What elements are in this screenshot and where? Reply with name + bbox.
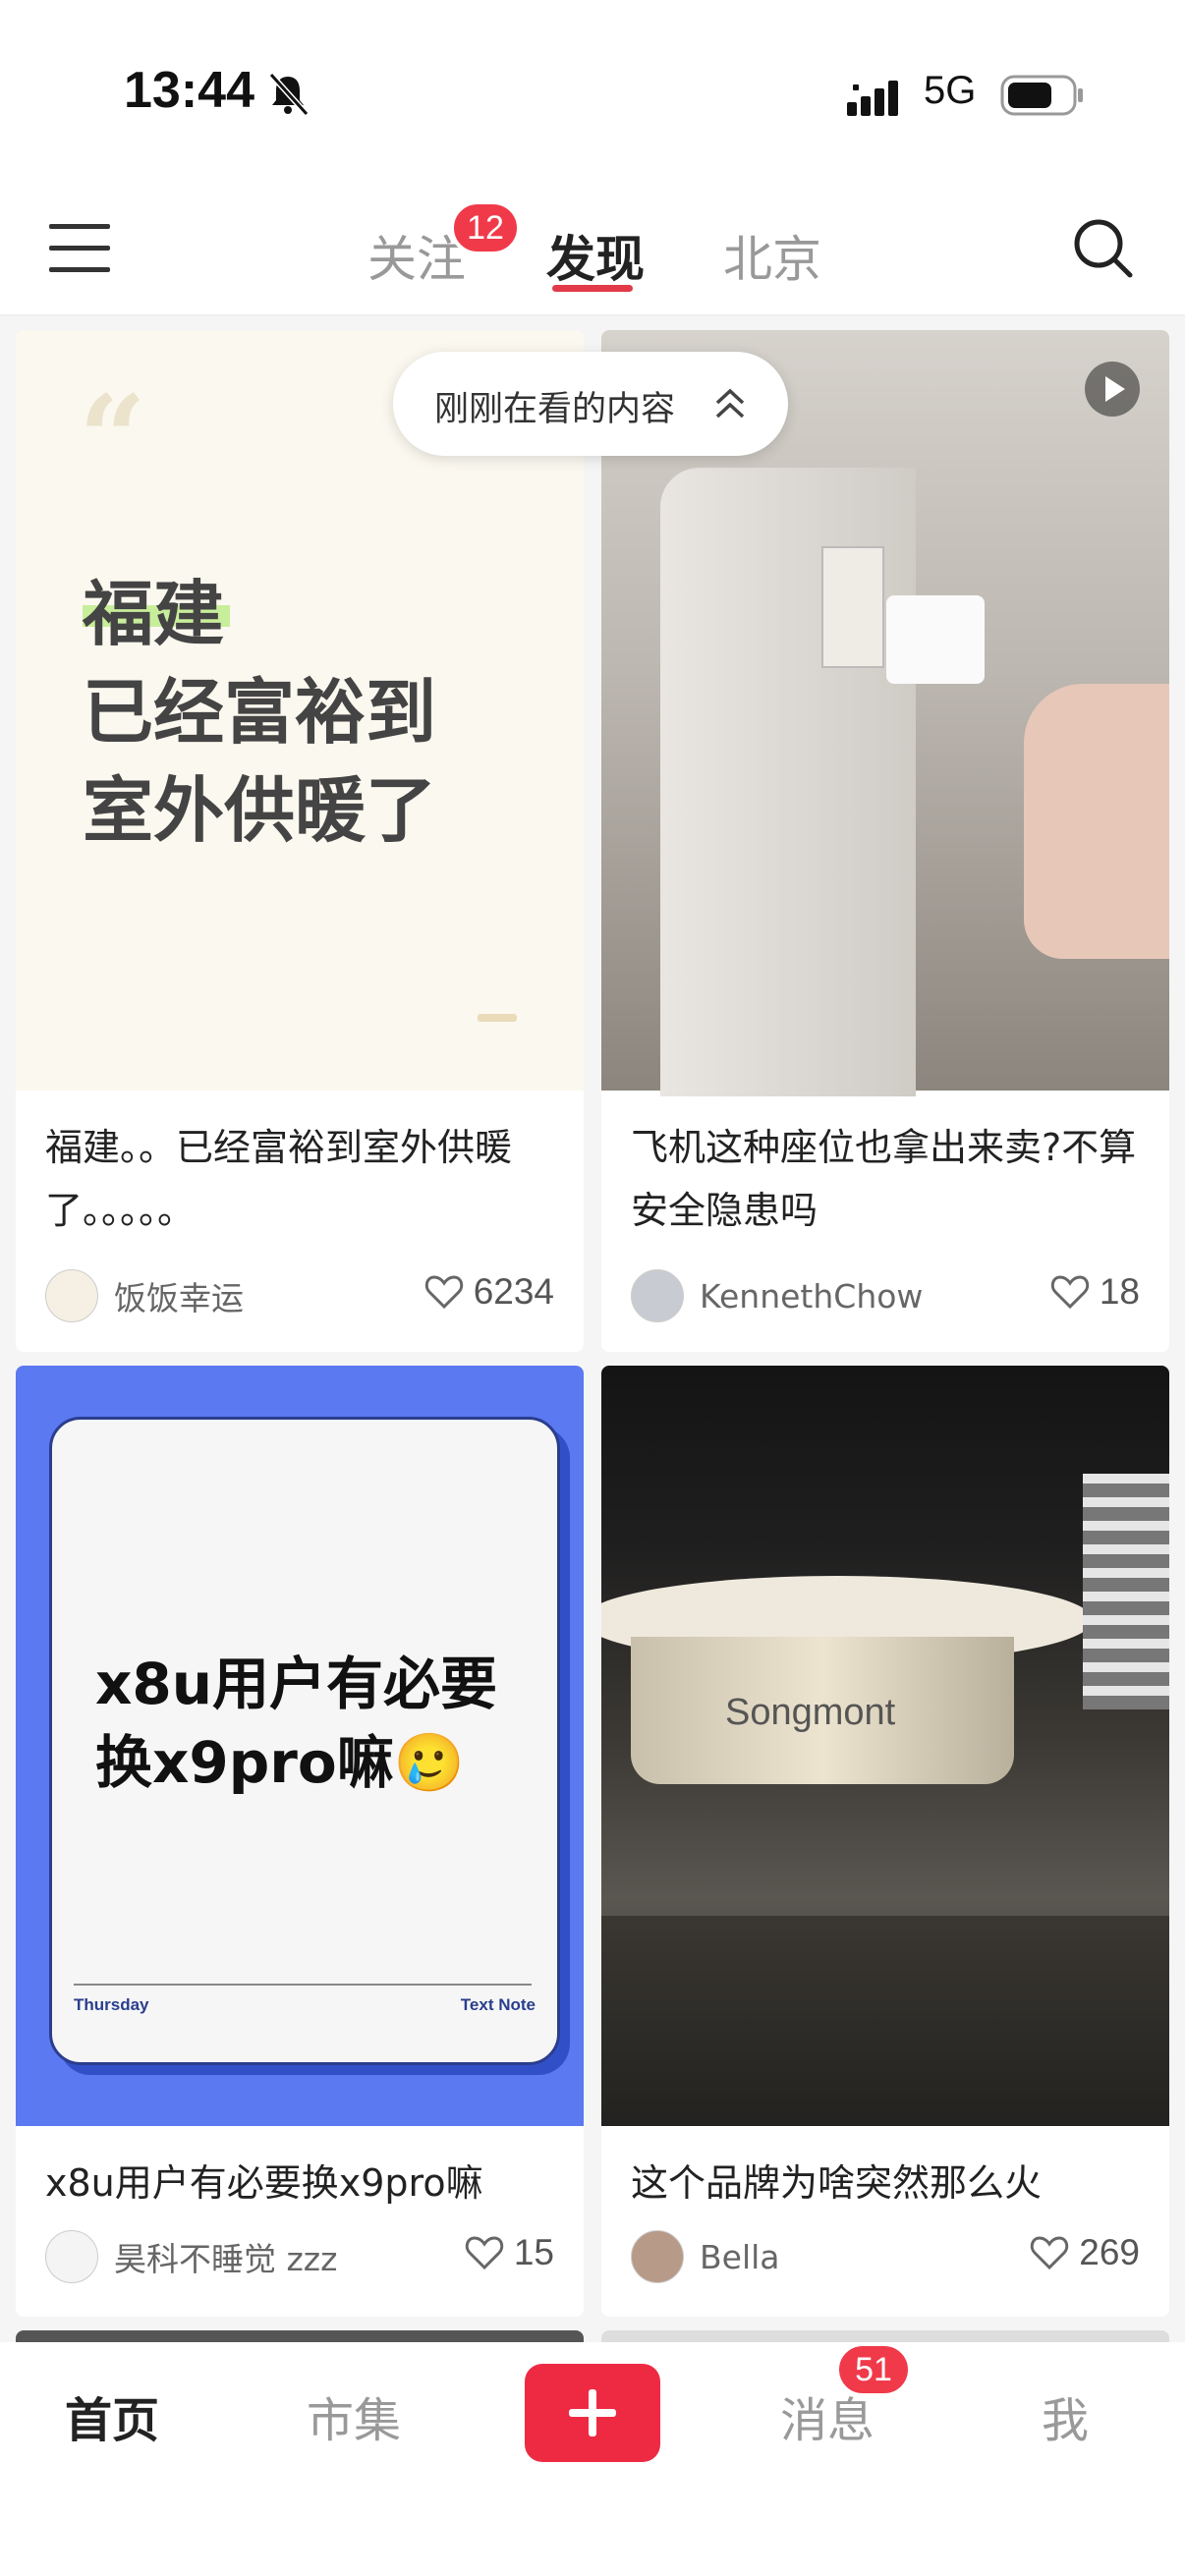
card-author[interactable]: KennethChow	[631, 1269, 923, 1322]
feed-card[interactable]: x8u用户有必要 换x9pro嘛🥲 Thursday Text Note x8u…	[16, 1366, 584, 2317]
like-button[interactable]: 15	[465, 2232, 554, 2273]
note-card: x8u用户有必要 换x9pro嘛🥲 Thursday Text Note	[49, 1417, 560, 2065]
heart-icon	[465, 2236, 504, 2270]
heart-icon	[1050, 1275, 1090, 1310]
cover-line: 室外供暖了	[83, 769, 437, 852]
note-footer-left: Thursday	[74, 1995, 149, 2014]
side-building	[1083, 1474, 1169, 1709]
tab-discover[interactable]: 发现	[546, 220, 645, 291]
active-tab-indicator	[552, 285, 633, 292]
charger	[886, 595, 985, 684]
menu-icon[interactable]	[49, 224, 110, 273]
card-title: 这个品牌为啥突然那么火	[631, 2161, 1043, 2205]
heart-icon	[1031, 2236, 1069, 2270]
tab-market[interactable]: 市集	[307, 2381, 401, 2450]
like-button[interactable]: 18	[1050, 1271, 1140, 1313]
bottom-tab-bar: 首页 市集 消息 51 我	[0, 2342, 1185, 2576]
card-author[interactable]: 饭饭幸运	[45, 1269, 244, 1322]
author-name: 饭饭幸运	[114, 1279, 244, 1317]
store-sign: Songmont	[725, 1692, 896, 1733]
feed-card[interactable]: Songmont 这个品牌为啥突然那么火 Bella 269	[601, 1366, 1169, 2317]
signal-icon	[847, 81, 898, 116]
status-time: 13:44	[124, 62, 254, 119]
avatar	[631, 1269, 684, 1322]
heart-icon	[424, 1275, 463, 1310]
power-outlet	[821, 546, 884, 668]
like-count: 6234	[473, 1271, 554, 1312]
card-author[interactable]: Bella	[631, 2230, 780, 2283]
recently-viewed-pill[interactable]: 刚刚在看的内容	[393, 352, 788, 456]
avatar	[631, 2230, 684, 2283]
avatar	[45, 2230, 98, 2283]
card-title: 福建。。已经富裕到室外供暖了。。。。。	[45, 1126, 513, 1232]
plaza-reflection	[601, 1916, 1169, 2126]
like-button[interactable]: 6234	[424, 1271, 554, 1313]
network-label: 5G	[924, 69, 977, 112]
like-count: 15	[513, 2232, 554, 2272]
tab-home[interactable]: 首页	[65, 2381, 159, 2450]
plus-icon	[569, 2389, 616, 2436]
battery-icon	[1000, 75, 1083, 116]
avatar	[45, 1269, 98, 1322]
tab-beijing[interactable]: 北京	[723, 220, 821, 291]
author-name: 昊科不睡觉 zzz	[114, 2240, 338, 2278]
quote-mark-icon: “	[79, 369, 147, 508]
like-button[interactable]: 269	[1030, 2232, 1140, 2273]
storefront: Songmont	[631, 1637, 1014, 1784]
note-footer-right: Text Note	[460, 1995, 536, 2014]
author-name: KennethChow	[700, 1276, 924, 1316]
bell-off-icon	[268, 72, 310, 116]
card-author[interactable]: 昊科不睡觉 zzz	[45, 2230, 337, 2283]
card-cover: x8u用户有必要 换x9pro嘛🥲 Thursday Text Note	[16, 1366, 584, 2126]
note-divider	[74, 1984, 532, 1986]
feed-card[interactable]: “ 福建 已经富裕到 室外供暖了 福建。。已经富裕到室外供暖了。。。。。 饭饭幸…	[16, 330, 584, 1352]
video-play-icon	[1085, 362, 1140, 417]
like-count: 18	[1099, 1271, 1140, 1312]
card-cover: Songmont	[601, 1366, 1169, 2126]
status-bar: 13:44 5G	[0, 0, 1185, 187]
messages-badge: 51	[835, 2342, 912, 2397]
search-icon[interactable]	[1071, 216, 1134, 279]
note-line: 换x9pro嘛🥲	[95, 1729, 465, 1796]
author-name: Bella	[700, 2237, 780, 2276]
cover-line: 已经富裕到	[83, 671, 437, 754]
hand	[1024, 684, 1169, 959]
card-title: 飞机这种座位也拿出来卖?不算安全隐患吗	[631, 1126, 1137, 1232]
feed-card[interactable]: 飞机这种座位也拿出来卖?不算安全隐患吗 KennethChow 18	[601, 330, 1169, 1352]
tab-me[interactable]: 我	[1042, 2381, 1089, 2450]
recently-viewed-label: 刚刚在看的内容	[434, 390, 676, 429]
follow-badge: 12	[450, 200, 521, 255]
chevron-up-icon	[715, 388, 745, 419]
top-nav: 关注 12 发现 北京	[0, 187, 1185, 316]
cover-dash	[478, 1014, 517, 1022]
cover-line: 福建	[83, 573, 225, 655]
card-title: x8u用户有必要换x9pro嘛	[45, 2161, 483, 2205]
note-line: x8u用户有必要	[95, 1651, 498, 1717]
create-post-button[interactable]	[525, 2364, 660, 2462]
like-count: 269	[1079, 2232, 1140, 2272]
